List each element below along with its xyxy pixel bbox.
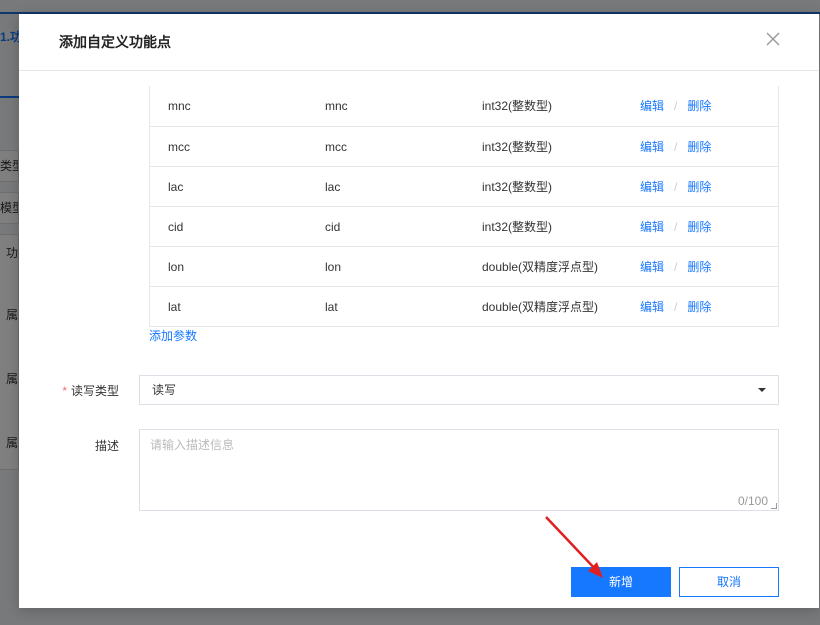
param-type: double(双精度浮点型) bbox=[482, 260, 599, 274]
param-row: mnc mnc int32(整数型) 编辑 / 删除 bbox=[150, 86, 778, 126]
description-placeholder: 请输入描述信息 bbox=[150, 438, 235, 452]
param-actions: 编辑 / 删除 bbox=[640, 127, 711, 167]
cancel-button[interactable]: 取消 bbox=[679, 567, 779, 597]
add-function-modal: 添加自定义功能点 mnc mnc int32(整数型) 编辑 / 删除 mcc mc… bbox=[19, 14, 819, 608]
param-identifier: lon bbox=[325, 260, 342, 274]
modal-header: 添加自定义功能点 bbox=[19, 14, 819, 71]
description-label: 描述 bbox=[94, 439, 119, 453]
required-mark: * bbox=[62, 384, 67, 398]
edit-link[interactable]: 编辑 bbox=[640, 260, 664, 274]
params-table: mnc mnc int32(整数型) 编辑 / 删除 mcc mcc int32(整… bbox=[149, 86, 779, 327]
add-param-link[interactable]: 添加参数 bbox=[149, 327, 197, 344]
action-separator: / bbox=[674, 260, 678, 274]
param-name: lat bbox=[168, 300, 181, 314]
param-type: int32(整数型) bbox=[482, 140, 553, 154]
param-type: double(双精度浮点型) bbox=[482, 300, 599, 314]
action-separator: / bbox=[674, 140, 678, 154]
param-actions: 编辑 / 删除 bbox=[640, 287, 711, 327]
rw-type-label: * 读写类型 bbox=[62, 384, 119, 398]
param-actions: 编辑 / 删除 bbox=[640, 247, 711, 287]
param-name: lac bbox=[168, 180, 184, 194]
param-row: lac lac int32(整数型) 编辑 / 删除 bbox=[150, 166, 778, 206]
description-textarea[interactable]: 请输入描述信息 0/100 bbox=[139, 429, 779, 511]
description-counter: 0/100 bbox=[737, 494, 768, 508]
param-name: mnc bbox=[168, 99, 191, 113]
edit-link[interactable]: 编辑 bbox=[640, 180, 664, 194]
param-type: int32(整数型) bbox=[482, 99, 553, 113]
action-separator: / bbox=[674, 180, 678, 194]
edit-link[interactable]: 编辑 bbox=[640, 300, 664, 314]
confirm-add-button[interactable]: 新增 bbox=[571, 567, 671, 597]
param-identifier: cid bbox=[325, 220, 341, 234]
param-row: lat lat double(双精度浮点型) 编辑 / 删除 bbox=[150, 286, 778, 326]
action-separator: / bbox=[674, 99, 678, 113]
rw-type-value: 读写 bbox=[152, 383, 177, 397]
param-row: cid cid int32(整数型) 编辑 / 删除 bbox=[150, 206, 778, 246]
action-separator: / bbox=[674, 220, 678, 234]
param-identifier: mcc bbox=[325, 140, 347, 154]
edit-link[interactable]: 编辑 bbox=[640, 99, 664, 113]
delete-link[interactable]: 删除 bbox=[687, 140, 711, 154]
caret-down-icon bbox=[758, 388, 766, 392]
delete-link[interactable]: 删除 bbox=[687, 260, 711, 274]
delete-link[interactable]: 删除 bbox=[687, 180, 711, 194]
param-identifier: lat bbox=[325, 300, 338, 314]
edit-link[interactable]: 编辑 bbox=[640, 220, 664, 234]
action-separator: / bbox=[674, 300, 678, 314]
param-identifier: lac bbox=[325, 180, 341, 194]
delete-link[interactable]: 删除 bbox=[687, 220, 711, 234]
param-row: mcc mcc int32(整数型) 编辑 / 删除 bbox=[150, 126, 778, 166]
param-type: int32(整数型) bbox=[482, 180, 553, 194]
param-name: lon bbox=[168, 260, 185, 274]
param-identifier: mnc bbox=[325, 99, 348, 113]
param-name: mcc bbox=[168, 140, 190, 154]
param-actions: 编辑 / 删除 bbox=[640, 207, 711, 247]
delete-link[interactable]: 删除 bbox=[687, 300, 711, 314]
edit-link[interactable]: 编辑 bbox=[640, 140, 664, 154]
close-icon[interactable] bbox=[765, 31, 781, 47]
param-actions: 编辑 / 删除 bbox=[640, 167, 711, 207]
rw-type-select[interactable]: 读写 bbox=[139, 375, 779, 405]
param-actions: 编辑 / 删除 bbox=[640, 86, 711, 126]
param-row: lon lon double(双精度浮点型) 编辑 / 删除 bbox=[150, 246, 778, 286]
param-name: cid bbox=[168, 220, 184, 234]
param-type: int32(整数型) bbox=[482, 220, 553, 234]
resize-grip-icon[interactable] bbox=[771, 503, 777, 509]
modal-title: 添加自定义功能点 bbox=[59, 34, 171, 50]
delete-link[interactable]: 删除 bbox=[687, 99, 711, 113]
